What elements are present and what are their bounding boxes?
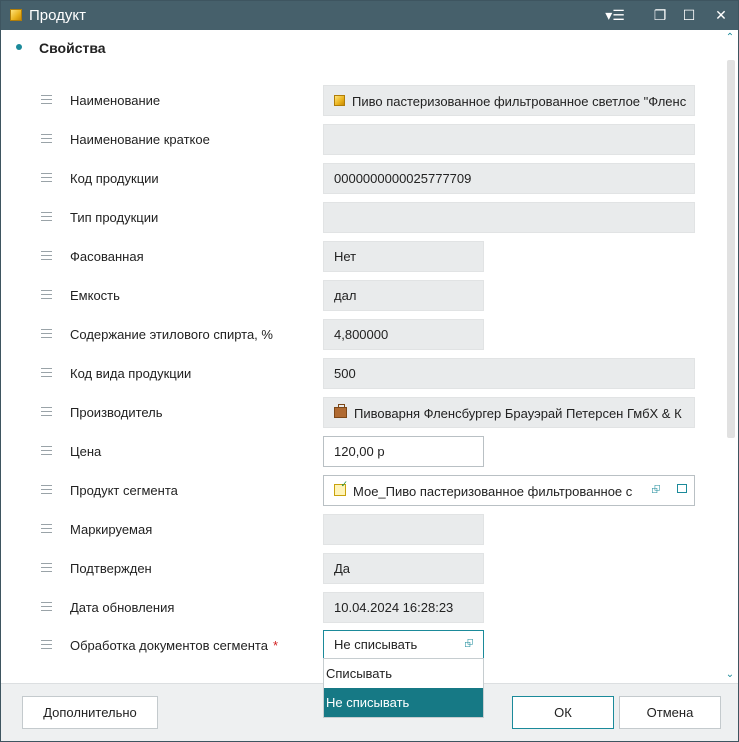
drag-handle-icon[interactable] [41, 95, 52, 105]
field-label: Маркируемая [70, 522, 153, 537]
drag-handle-icon[interactable] [41, 212, 52, 222]
doc-processing-dropdown: Списывать Не списывать [323, 658, 484, 718]
restore-icon[interactable]: ❐ [648, 5, 672, 25]
name-field[interactable]: Пиво пастеризованное фильтрованное светл… [323, 85, 695, 116]
manufacturer-field[interactable]: Пивоварня Фленсбургер Брауэрай Петерсен … [323, 397, 695, 428]
drag-handle-icon[interactable] [41, 134, 52, 144]
field-label: Код продукции [70, 171, 159, 186]
field-label: Производитель [70, 405, 163, 420]
segment-product-icon [334, 476, 348, 499]
product-window: Продукт ▾☰ ❐ ☐ ✕ Свойства ⌃ ⌄ Наименован… [0, 0, 739, 742]
field-row-name: Наименование Пиво пастеризованное фильтр… [1, 85, 721, 116]
kind-code-field[interactable]: 500 [323, 358, 695, 389]
drag-handle-icon[interactable] [41, 251, 52, 261]
scroll-up-icon[interactable]: ⌃ [725, 33, 735, 43]
drag-handle-icon[interactable] [41, 407, 52, 417]
segment-product-field[interactable]: Мое_Пиво пастеризованное фильтрованное с… [323, 475, 695, 506]
drag-handle-icon[interactable] [41, 563, 52, 573]
product-type-field[interactable] [323, 202, 695, 233]
drag-handle-icon[interactable] [41, 602, 52, 612]
drag-handle-icon[interactable] [41, 368, 52, 378]
drag-handle-icon[interactable] [41, 173, 52, 183]
section-bullet-icon [16, 44, 22, 50]
field-label: Фасованная [70, 249, 144, 264]
price-field[interactable]: 120,00 р [323, 436, 484, 467]
briefcase-icon [334, 403, 347, 418]
field-row-short-name: Наименование краткое [1, 124, 721, 155]
dropdown-option-writeoff[interactable]: Списывать [324, 659, 483, 688]
window-menu-icon[interactable]: ▾☰ [603, 5, 627, 25]
cancel-button[interactable]: Отмена [619, 696, 721, 729]
field-label: Наименование [70, 93, 161, 108]
title-bar: Продукт ▾☰ ❐ ☐ ✕ [1, 1, 738, 30]
field-label: Цена [70, 444, 102, 459]
field-value: Пиво пастеризованное фильтрованное светл… [352, 94, 687, 110]
drag-handle-icon[interactable] [41, 329, 52, 339]
window-title: Продукт [29, 7, 86, 24]
product-icon [10, 9, 22, 21]
select-value: Не списывать [334, 637, 418, 652]
field-label: Подтвержден [70, 561, 152, 576]
short-name-field[interactable] [323, 124, 695, 155]
close-icon[interactable]: ✕ [709, 5, 733, 25]
scroll-thumb[interactable] [727, 60, 735, 438]
drag-handle-icon[interactable] [41, 290, 52, 300]
field-label: Содержание этилового спирта, % [70, 327, 273, 342]
field-label: Наименование краткое [70, 132, 210, 147]
marked-field[interactable] [323, 514, 484, 545]
select-from-list-icon[interactable]: ⮺ [463, 638, 475, 650]
field-row-product-code: Код продукции 0000000000025777709 [1, 163, 721, 194]
drag-handle-icon[interactable] [41, 524, 52, 534]
select-from-list-icon[interactable]: ⮺ [650, 484, 662, 496]
field-label: Емкость [70, 288, 120, 303]
field-row-updated: Дата обновления 10.04.2024 16:28:23 [1, 592, 721, 623]
field-row-confirmed: Подтвержден Да [1, 553, 721, 584]
field-row-manufacturer: Производитель Пивоварня Фленсбургер Брау… [1, 397, 721, 428]
field-row-product-type: Тип продукции [1, 202, 721, 233]
vertical-scrollbar[interactable]: ⌃ ⌄ [722, 30, 738, 683]
field-value: Мое_Пиво пастеризованное фильтрованное с [353, 484, 633, 500]
scroll-down-icon[interactable]: ⌄ [725, 670, 735, 680]
alcohol-content-field[interactable]: 4,800000 [323, 319, 484, 350]
field-label: Тип продукции [70, 210, 159, 225]
product-icon [334, 94, 345, 106]
field-label: Дата обновления [70, 600, 175, 615]
field-row-capacity: Емкость дал [1, 280, 721, 311]
field-label: Продукт сегмента [70, 483, 178, 498]
section-title[interactable]: Свойства [39, 40, 106, 56]
field-label: Обработка документов сегмента * [70, 638, 278, 653]
field-value: Пивоварня Фленсбургер Брауэрай Петерсен … [354, 406, 682, 422]
dropdown-option-no-writeoff[interactable]: Не списывать [324, 688, 483, 717]
product-code-field[interactable]: 0000000000025777709 [323, 163, 695, 194]
drag-handle-icon[interactable] [41, 485, 52, 495]
field-row-packaged: Фасованная Нет [1, 241, 721, 272]
ok-button[interactable]: ОК [512, 696, 614, 729]
field-row-marked: Маркируемая [1, 514, 721, 545]
required-marker: * [272, 638, 279, 653]
capacity-field[interactable]: дал [323, 280, 484, 311]
open-form-icon[interactable] [677, 484, 687, 493]
more-button[interactable]: Дополнительно [22, 696, 158, 729]
field-row-doc-processing: Обработка документов сегмента * Не списыв… [1, 630, 721, 661]
confirmed-field[interactable]: Да [323, 553, 484, 584]
drag-handle-icon[interactable] [41, 446, 52, 456]
maximize-icon[interactable]: ☐ [677, 5, 701, 25]
field-row-kind-code: Код вида продукции 500 [1, 358, 721, 389]
drag-handle-icon[interactable] [41, 640, 52, 650]
field-row-price: Цена 120,00 р [1, 436, 721, 467]
doc-processing-select[interactable]: Не списывать ⮺ [323, 630, 484, 659]
properties-panel: Свойства ⌃ ⌄ Наименование Пиво пастеризо… [1, 30, 738, 683]
field-label: Код вида продукции [70, 366, 192, 381]
field-row-segment-product: Продукт сегмента Мое_Пиво пастеризованно… [1, 475, 721, 506]
packaged-field[interactable]: Нет [323, 241, 484, 272]
field-row-alcohol: Содержание этилового спирта, % 4,800000 [1, 319, 721, 350]
update-date-field[interactable]: 10.04.2024 16:28:23 [323, 592, 484, 623]
field-label-text: Обработка документов сегмента [70, 638, 268, 653]
